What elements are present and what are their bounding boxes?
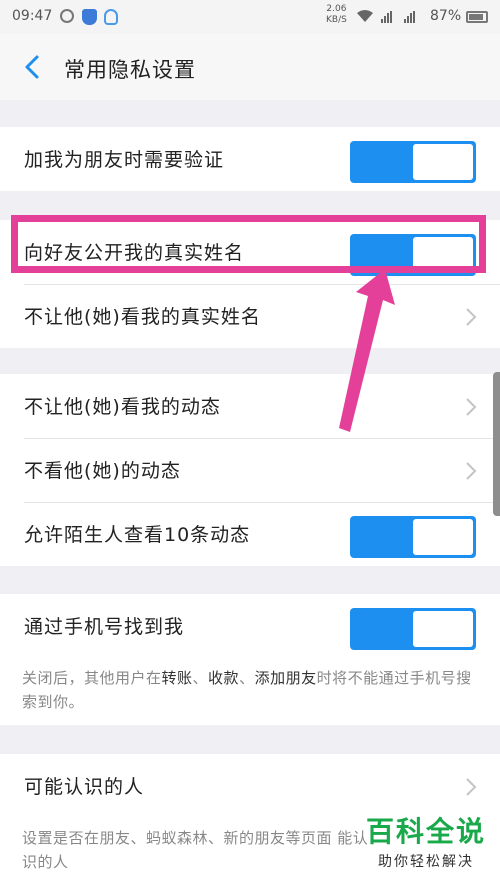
toggle-find-by-phone[interactable] (350, 608, 476, 650)
divider (24, 438, 500, 439)
settings-group-real-name: 向好友公开我的真实姓名 不让他(她)看我的真实姓名 (0, 220, 500, 348)
toggle-knob (413, 519, 473, 555)
phone-note: 关闭后，其他用户在转账、收款、添加朋友时将不能通过手机号搜索到你。 (22, 666, 482, 714)
signal-4g-icon (404, 11, 415, 23)
divider (24, 284, 500, 285)
network-speed: 2.06 KB/S (326, 4, 347, 26)
battery-icon (466, 11, 488, 23)
watermark: 百科全说 助你轻松解决 (366, 817, 486, 871)
row-find-by-phone[interactable]: 通过手机号找到我 (0, 594, 500, 658)
divider (24, 502, 500, 503)
wifi-icon (357, 10, 373, 22)
toggle-stranger-ten[interactable] (350, 516, 476, 558)
watermark-subtitle: 助你轻松解决 (377, 854, 474, 870)
watermark-title: 百科全说 (365, 815, 486, 848)
row-hide-real-name[interactable]: 不让他(她)看我的真实姓名 (0, 284, 500, 348)
toggle-knob (413, 144, 473, 180)
page-title: 常用隐私设置 (64, 58, 196, 82)
toggle-knob (413, 611, 473, 647)
row-label: 加我为朋友时需要验证 (24, 149, 225, 171)
network-speed-unit: KB/S (326, 15, 347, 25)
shield-icon (82, 9, 97, 25)
note-separator: 、 (192, 669, 209, 687)
row-label: 不看他(她)的动态 (24, 460, 181, 482)
note-separator: 、 (239, 669, 255, 687)
toggle-verify-friend[interactable] (350, 141, 476, 183)
chevron-right-icon (466, 398, 477, 416)
row-show-real-name[interactable]: 向好友公开我的真实姓名 (0, 220, 500, 284)
row-stranger-ten[interactable]: 允许陌生人查看10条动态 (0, 502, 500, 566)
toggle-knob (413, 237, 473, 273)
row-hide-my-moments[interactable]: 不让他(她)看我的动态 (0, 374, 500, 438)
row-label: 不让他(她)看我的动态 (24, 396, 221, 418)
status-time: 09:47 (12, 8, 53, 24)
note-text: 关闭后，其他用户在 (22, 669, 162, 687)
signal-icon (381, 11, 392, 23)
row-verify-friend[interactable]: 加我为朋友时需要验证 (0, 127, 500, 191)
toggle-show-real-name[interactable] (350, 234, 476, 276)
status-bar: 09:47 2.06 KB/S 87% (0, 0, 500, 34)
chevron-right-icon (466, 462, 477, 480)
note-keyword-add-friend: 添加朋友 (254, 669, 317, 687)
settings-group-verify: 加我为朋友时需要验证 (0, 127, 500, 191)
network-speed-value: 2.06 (326, 4, 347, 14)
qq-icon (104, 9, 118, 25)
row-label: 可能认识的人 (24, 776, 145, 798)
note-keyword-transfer: 转账 (161, 669, 193, 687)
row-label: 通过手机号找到我 (24, 616, 185, 638)
nav-header: 常用隐私设置 (0, 34, 500, 100)
row-label: 允许陌生人查看10条动态 (24, 524, 251, 546)
note-keyword-receive: 收款 (208, 669, 240, 687)
back-arrow-icon[interactable] (22, 54, 44, 80)
row-label: 不让他(她)看我的真实姓名 (24, 306, 261, 328)
row-label: 向好友公开我的真实姓名 (24, 242, 245, 264)
alarm-icon (60, 9, 74, 23)
row-maybe-know[interactable]: 可能认识的人 (0, 754, 500, 818)
chevron-right-icon (466, 778, 477, 796)
chevron-right-icon (466, 308, 477, 326)
battery-percent: 87% (430, 8, 462, 24)
row-not-see-moments[interactable]: 不看他(她)的动态 (0, 438, 500, 502)
settings-group-phone: 通过手机号找到我 关闭后，其他用户在转账、收款、添加朋友时将不能通过手机号搜索到… (0, 594, 500, 725)
maybe-know-note: 设置是否在朋友、蚂蚁森林、新的朋友等页面 能认识的人 (22, 829, 369, 871)
scrollbar[interactable] (493, 372, 500, 516)
settings-group-moments: 不让他(她)看我的动态 不看他(她)的动态 允许陌生人查看10条动态 (0, 374, 500, 566)
